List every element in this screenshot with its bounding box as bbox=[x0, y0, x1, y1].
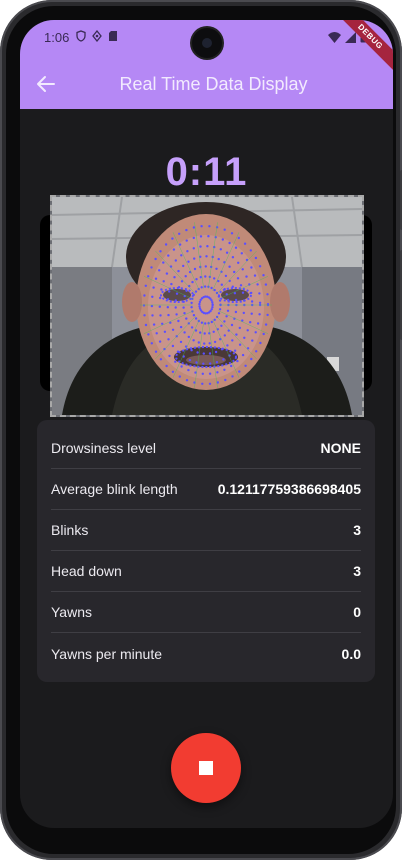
metric-row: Head down 3 bbox=[51, 551, 361, 592]
metric-row: Yawns 0 bbox=[51, 592, 361, 633]
app-bar: Real Time Data Display bbox=[20, 64, 393, 109]
vpn-key-icon bbox=[92, 30, 102, 42]
metric-value: 0.12117759386698405 bbox=[217, 481, 361, 497]
metric-label: Drowsiness level bbox=[51, 440, 157, 456]
page-title: Real Time Data Display bbox=[119, 74, 308, 94]
notification-icons bbox=[76, 30, 118, 42]
camera-frame bbox=[52, 197, 362, 415]
metric-value: 3 bbox=[353, 522, 361, 538]
shield-icon bbox=[76, 30, 86, 42]
screen: 1:06 DEBUG Real Time Data Display 0:11 D… bbox=[20, 20, 393, 828]
metric-row: Drowsiness level NONE bbox=[51, 428, 361, 469]
metric-row: Average blink length 0.12117759386698405 bbox=[51, 469, 361, 510]
camera-preview bbox=[50, 195, 364, 417]
phone-bezel: 1:06 DEBUG Real Time Data Display 0:11 D… bbox=[6, 6, 396, 854]
metric-value: NONE bbox=[320, 440, 361, 456]
front-camera bbox=[192, 28, 222, 58]
metrics-card: Drowsiness level NONE Average blink length… bbox=[37, 420, 375, 682]
metric-label: Yawns bbox=[51, 604, 92, 620]
status-bar: 1:06 DEBUG bbox=[20, 20, 393, 74]
signal-icon bbox=[345, 31, 356, 43]
metric-value: 0 bbox=[353, 604, 361, 620]
metric-row: Blinks 3 bbox=[51, 510, 361, 551]
sd-card-icon bbox=[109, 31, 117, 41]
stop-recording-button[interactable] bbox=[171, 733, 241, 803]
metric-value: 0.0 bbox=[341, 645, 361, 662]
metric-label: Yawns per minute bbox=[51, 645, 163, 662]
session-timer: 0:11 bbox=[165, 150, 248, 194]
metric-label: Head down bbox=[51, 563, 122, 579]
status-time: 1:06 bbox=[44, 30, 70, 45]
metric-label: Blinks bbox=[51, 522, 89, 538]
metric-label: Average blink length bbox=[51, 481, 178, 497]
stop-icon bbox=[199, 761, 213, 775]
metric-row: Yawns per minute 0.0 bbox=[51, 633, 361, 674]
wifi-icon bbox=[328, 31, 341, 43]
metric-value: 3 bbox=[353, 563, 361, 579]
app-header: 1:06 DEBUG Real Time Data Display bbox=[20, 20, 393, 109]
phone-frame: 1:06 DEBUG Real Time Data Display 0:11 D… bbox=[0, 0, 402, 860]
